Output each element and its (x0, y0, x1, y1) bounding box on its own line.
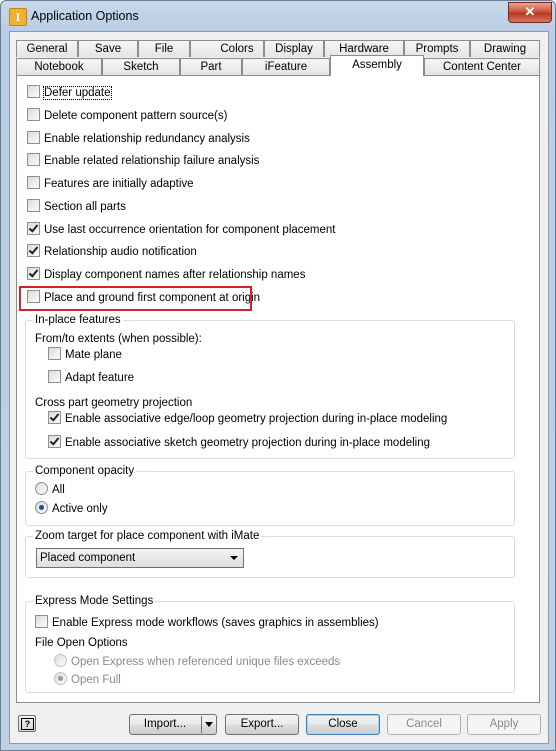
checkbox-label: Enable associative edge/loop geometry pr… (65, 413, 448, 425)
extents-label: From/to extents (when possible): (35, 333, 202, 345)
checkbox-box[interactable] (27, 153, 40, 166)
radio-label: All (52, 484, 65, 496)
tab-display[interactable]: Display (264, 40, 324, 57)
checkbox-box[interactable] (48, 435, 61, 448)
checkbox-box[interactable] (27, 222, 40, 235)
file-open-options-label: File Open Options (35, 637, 128, 649)
checkbox-box[interactable] (48, 347, 61, 360)
help-icon: ? (21, 718, 34, 730)
checkbox-label: Use last occurrence orientation for comp… (44, 224, 336, 236)
checkbox-label: Display component names after relationsh… (44, 269, 306, 281)
chevron-down-icon (230, 556, 238, 560)
opacity-all-radio[interactable]: All (35, 482, 65, 498)
enable-express-checkbox[interactable]: Enable Express mode workflows (saves gra… (35, 615, 379, 631)
defer-update-checkbox[interactable]: Defer update (27, 85, 112, 101)
open-full-radio: Open Full (54, 672, 121, 688)
import-button[interactable]: Import... (129, 714, 217, 735)
last-occurrence-orientation-checkbox[interactable]: Use last occurrence orientation for comp… (27, 222, 336, 238)
export-button[interactable]: Export... (225, 714, 299, 735)
checkbox-box[interactable] (48, 411, 61, 424)
checkbox-box[interactable] (27, 108, 40, 121)
inplace-features-title: In-place features (33, 313, 123, 327)
features-adaptive-checkbox[interactable]: Features are initially adaptive (27, 176, 194, 192)
checkbox-box[interactable] (27, 199, 40, 212)
tab-notebook[interactable]: Notebook (16, 58, 102, 75)
close-button[interactable]: Close (306, 714, 380, 735)
checkbox-box[interactable] (27, 176, 40, 189)
checkbox-box[interactable] (27, 85, 40, 98)
import-dropdown-arrow-icon[interactable] (205, 722, 213, 727)
tab-sketch[interactable]: Sketch (102, 58, 180, 75)
zoom-target-select[interactable]: Placed component (36, 548, 244, 568)
tab-content-center[interactable]: Content Center (424, 58, 540, 75)
help-button[interactable]: ? (18, 715, 36, 732)
apply-button[interactable]: Apply (467, 714, 541, 735)
redundancy-analysis-checkbox[interactable]: Enable relationship redundancy analysis (27, 131, 250, 147)
tab-file[interactable]: File (138, 40, 190, 57)
opacity-active-only-radio[interactable]: Active only (35, 501, 108, 517)
adapt-feature-checkbox[interactable]: Adapt feature (48, 370, 134, 386)
checkbox-label: Enable associative sketch geometry proje… (65, 437, 431, 449)
tab-drawing[interactable]: Drawing (470, 40, 540, 57)
checkbox-label: Delete component pattern source(s) (44, 110, 228, 122)
checkbox-label: Relationship audio notification (44, 246, 197, 258)
checkbox-label: Adapt feature (65, 372, 135, 384)
window-close-button[interactable]: ✕ (508, 2, 552, 23)
failure-analysis-checkbox[interactable]: Enable related relationship failure anal… (27, 153, 259, 169)
tab-save[interactable]: Save (78, 40, 138, 57)
checkbox-label: Enable related relationship failure anal… (44, 155, 260, 167)
mate-plane-checkbox[interactable]: Mate plane (48, 347, 122, 363)
checkbox-label: Enable Express mode workflows (saves gra… (52, 617, 379, 629)
title-bar[interactable]: I Application Options ✕ (1, 1, 555, 31)
zoom-target-value: Placed component (40, 552, 136, 564)
relationship-audio-checkbox[interactable]: Relationship audio notification (27, 244, 197, 260)
component-opacity-title: Component opacity (33, 464, 137, 478)
window-title: Application Options (31, 9, 139, 23)
import-label: Import... (143, 718, 187, 730)
zoom-target-title: Zoom target for place component with iMa… (33, 529, 262, 543)
radio-label: Open Full (71, 674, 121, 686)
tab-part[interactable]: Part (180, 58, 242, 75)
inventor-app-icon: I (9, 8, 27, 26)
tab-assembly[interactable]: Assembly (330, 55, 424, 76)
checkbox-box[interactable] (27, 131, 40, 144)
checkbox-label: Features are initially adaptive (44, 178, 194, 190)
express-mode-title: Express Mode Settings (33, 594, 156, 608)
open-express-radio: Open Express when referenced unique file… (54, 654, 340, 670)
display-component-names-checkbox[interactable]: Display component names after relationsh… (27, 267, 305, 283)
radio-circle (54, 672, 67, 685)
radio-label: Open Express when referenced unique file… (71, 656, 341, 668)
radio-circle[interactable] (35, 501, 48, 514)
tab-ifeature[interactable]: iFeature (242, 58, 330, 75)
edge-loop-projection-checkbox[interactable]: Enable associative edge/loop geometry pr… (48, 411, 447, 427)
tab-colors[interactable]: Colors (190, 40, 264, 57)
checkbox-label: Enable relationship redundancy analysis (44, 133, 250, 145)
checkbox-box[interactable] (27, 244, 40, 257)
checkbox-box[interactable] (48, 370, 61, 383)
radio-circle[interactable] (35, 482, 48, 495)
radio-circle (54, 654, 67, 667)
delete-pattern-source-checkbox[interactable]: Delete component pattern source(s) (27, 108, 227, 124)
cancel-button[interactable]: Cancel (387, 714, 461, 735)
tab-general[interactable]: General (16, 40, 78, 57)
import-split-divider (201, 716, 202, 733)
checkbox-label: Mate plane (65, 349, 122, 361)
checkbox-box[interactable] (27, 267, 40, 280)
section-all-parts-checkbox[interactable]: Section all parts (27, 199, 126, 215)
component-opacity-group (25, 471, 515, 526)
checkbox-box[interactable] (35, 615, 48, 628)
sketch-geometry-projection-checkbox[interactable]: Enable associative sketch geometry proje… (48, 435, 430, 451)
radio-label: Active only (52, 503, 108, 515)
projection-label: Cross part geometry projection (35, 397, 193, 409)
checkbox-label: Defer update (43, 86, 112, 100)
checkbox-label: Section all parts (44, 201, 126, 213)
highlight-box (19, 286, 252, 311)
